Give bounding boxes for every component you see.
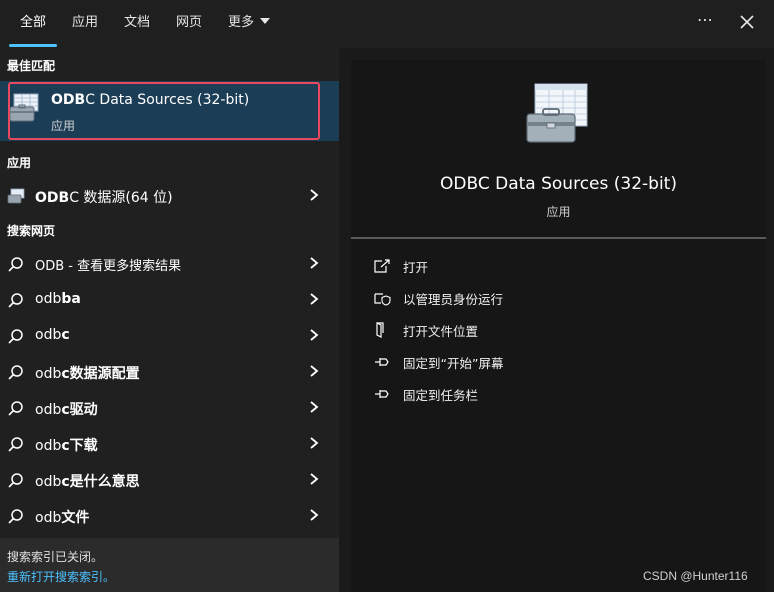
chevron-right-icon [310,509,319,521]
chevron-right-icon [310,473,319,485]
search-icon [8,401,23,416]
web-result-2[interactable]: odbc [0,319,339,353]
web-result-bold: c数据源配置 [61,366,140,382]
search-icon [8,473,23,488]
action-label: 固定到“开始”屏幕 [403,356,504,371]
chevron-right-icon [310,437,319,449]
chevron-right-icon [310,257,319,269]
web-result-prefix: odb [35,438,62,454]
web-result-prefix: odb [35,366,62,382]
odbc-small-icon [7,188,25,208]
action-pin-to-start[interactable]: 固定到“开始”屏幕 [371,350,751,374]
web-result-label: odbc [35,327,70,343]
action-label: 以管理员身份运行 [403,292,504,307]
web-result-label: odbba [35,291,81,307]
tab-documents[interactable]: 文档 [124,13,150,33]
watermark: CSDN @Hunter116 [643,569,748,583]
web-result-3[interactable]: odbc数据源配置 [0,355,339,389]
open-external-icon [374,259,390,273]
action-label: 打开 [403,260,429,275]
chevron-right-icon [310,401,319,413]
web-result-prefix: odb [35,291,62,307]
web-result-4[interactable]: odbc驱动 [0,391,339,425]
web-result-bold: c是什么意思 [61,474,140,490]
preview-title: ODBC Data Sources (32-bit) [440,174,677,194]
action-label: 打开文件位置 [403,324,479,339]
tab-more[interactable]: 更多 [228,13,271,33]
search-icon [8,329,23,344]
web-result-label: ODB - 查看更多搜索结果 [35,259,182,274]
web-result-label: odbc驱动 [35,399,98,419]
search-icon [8,293,23,308]
shield-icon [374,293,391,306]
chevron-right-icon [310,293,319,305]
tab-web[interactable]: 网页 [176,13,202,33]
pin-icon [375,390,389,398]
web-result-prefix: odb [35,402,62,418]
preview-card: ODBC Data Sources (32-bit) 应用 打开 以管理员身份运… [351,60,766,592]
results-pane: 最佳匹配 ODBC Data Sources (32-bit) 应用 应用 OD… [0,48,339,592]
action-label: 固定到任务栏 [403,388,479,403]
web-result-bold: 文件 [61,510,90,526]
web-result-1[interactable]: odbba [0,283,339,317]
chevron-right-icon [310,189,319,201]
search-icon [8,509,23,524]
action-open-file-location[interactable]: 打开文件位置 [371,318,751,342]
app-result-label: ODBC 数据源(64 位) [35,187,173,207]
web-result-bold: c驱动 [61,402,98,418]
web-result-0[interactable]: ODB - 查看更多搜索结果 [0,247,339,281]
ellipsis-icon[interactable]: ⋯ [691,8,719,32]
top-tab-bar: 全部 应用 文档 网页 更多 ⋯ [0,0,774,48]
tab-all[interactable]: 全部 [20,13,46,33]
web-result-label: odbc是什么意思 [35,471,140,491]
apps-heading: 应用 [7,156,32,170]
search-icon [8,257,23,272]
web-result-bold: c [61,327,70,343]
action-pin-to-taskbar[interactable]: 固定到任务栏 [371,382,751,406]
active-tab-indicator [9,44,57,47]
app-result-label-bold: ODB [35,190,70,206]
web-search-heading: 搜索网页 [7,224,56,238]
odbc-toolbox-icon [525,82,593,150]
reenable-index-link[interactable]: 重新打开搜索索引。 [7,568,115,585]
web-result-bold: c下载 [61,438,98,454]
chevron-right-icon [310,329,319,341]
web-result-label: odbc数据源配置 [35,363,140,383]
tab-apps[interactable]: 应用 [72,13,98,33]
web-result-5[interactable]: odbc下载 [0,427,339,461]
chevron-down-icon [260,18,271,24]
web-result-label: odbc下载 [35,435,98,455]
chevron-right-icon [310,365,319,377]
web-result-bold: ba [61,291,81,307]
web-result-label: odb文件 [35,507,89,527]
web-result-prefix: odb [35,474,62,490]
search-index-notice: 搜索索引已关闭。 重新打开搜索索引。 [0,538,339,592]
search-icon [8,437,23,452]
web-result-7[interactable]: odb文件 [0,499,339,533]
web-result-prefix: odb [35,510,62,526]
file-location-icon [376,322,384,338]
best-match-heading: 最佳匹配 [7,59,56,73]
preview-pane: ODBC Data Sources (32-bit) 应用 打开 以管理员身份运… [339,48,774,592]
index-off-text: 搜索索引已关闭。 [7,550,104,564]
divider [351,237,766,239]
search-icon [8,365,23,380]
close-icon[interactable] [733,10,761,34]
preview-subtitle: 应用 [546,205,571,219]
web-result-6[interactable]: odbc是什么意思 [0,463,339,497]
action-run-as-admin[interactable]: 以管理员身份运行 [371,286,751,310]
pin-icon [375,358,389,366]
app-result-label-rest: C 数据源(64 位) [69,190,173,206]
action-open[interactable]: 打开 [371,254,751,278]
web-result-prefix: odb [35,327,62,343]
tab-more-label: 更多 [228,15,255,30]
highlight-box [8,82,320,140]
app-result-odbc-64[interactable]: ODBC 数据源(64 位) [0,179,339,213]
